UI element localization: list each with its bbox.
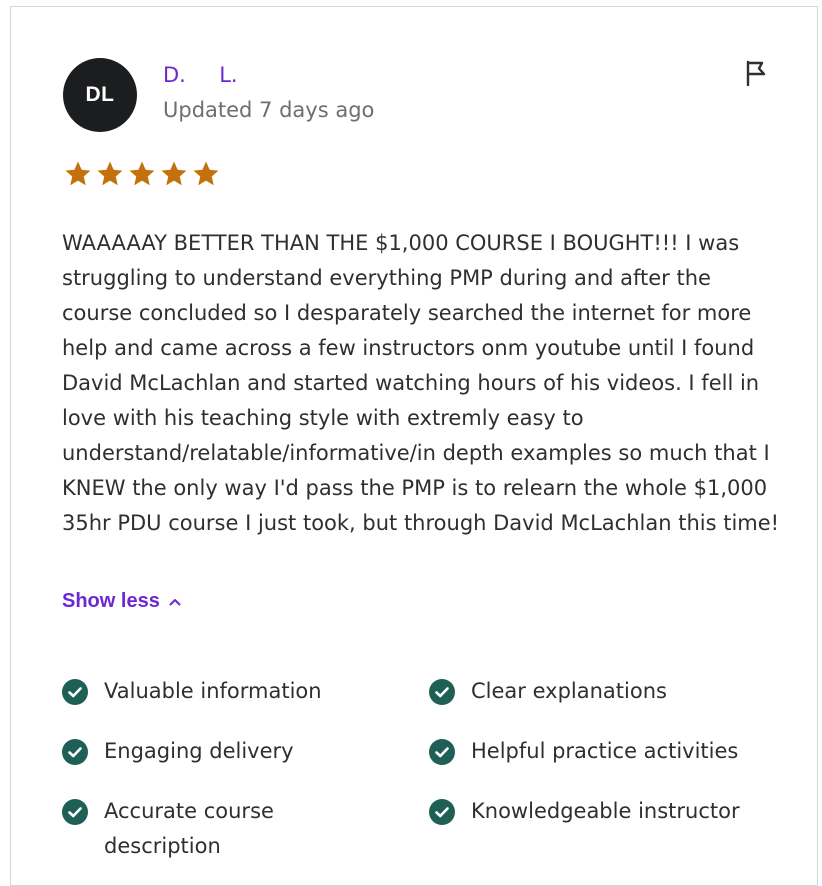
star-icon bbox=[193, 161, 219, 186]
flag-icon[interactable] bbox=[744, 60, 768, 86]
check-circle-icon bbox=[62, 739, 88, 765]
review-tag-label: Engaging delivery bbox=[104, 739, 294, 763]
show-less-label: Show less bbox=[62, 590, 160, 612]
reviewer-name: D. L. bbox=[163, 63, 238, 87]
chevron-up-icon bbox=[169, 598, 181, 605]
review-timestamp: Updated 7 days ago bbox=[163, 98, 375, 122]
review-card: DL D. L. Updated 7 days ago WAAAAAY BETT… bbox=[10, 6, 818, 886]
star-rating bbox=[63, 159, 221, 189]
star-icon bbox=[65, 161, 91, 186]
review-tag-label: Clear explanations bbox=[471, 679, 667, 703]
review-text: WAAAAAY BETTER THAN THE $1,000 COURSE I … bbox=[62, 231, 780, 535]
check-circle-icon bbox=[62, 799, 88, 825]
review-tag: Engaging delivery bbox=[62, 734, 404, 769]
check-circle-icon bbox=[429, 679, 455, 705]
review-tag: Helpful practice activities bbox=[429, 734, 811, 769]
review-tag-label: Knowledgeable instructor bbox=[471, 799, 740, 823]
review-tag: Knowledgeable instructor bbox=[429, 794, 811, 829]
check-circle-icon bbox=[429, 799, 455, 825]
avatar: DL bbox=[63, 58, 137, 132]
review-tag-label: Helpful practice activities bbox=[471, 739, 739, 763]
check-circle-icon bbox=[429, 739, 455, 765]
star-icon bbox=[161, 161, 187, 186]
review-tag: Accurate course description bbox=[62, 794, 354, 864]
review-tag-label: Valuable information bbox=[104, 679, 322, 703]
review-tag: Valuable information bbox=[62, 674, 404, 709]
show-less-button[interactable]: Show less bbox=[62, 590, 182, 613]
star-icon bbox=[129, 161, 155, 186]
check-circle-icon bbox=[62, 679, 88, 705]
review-tag: Clear explanations bbox=[429, 674, 811, 709]
star-icon bbox=[97, 161, 123, 186]
review-tag-label: Accurate course description bbox=[104, 799, 274, 858]
